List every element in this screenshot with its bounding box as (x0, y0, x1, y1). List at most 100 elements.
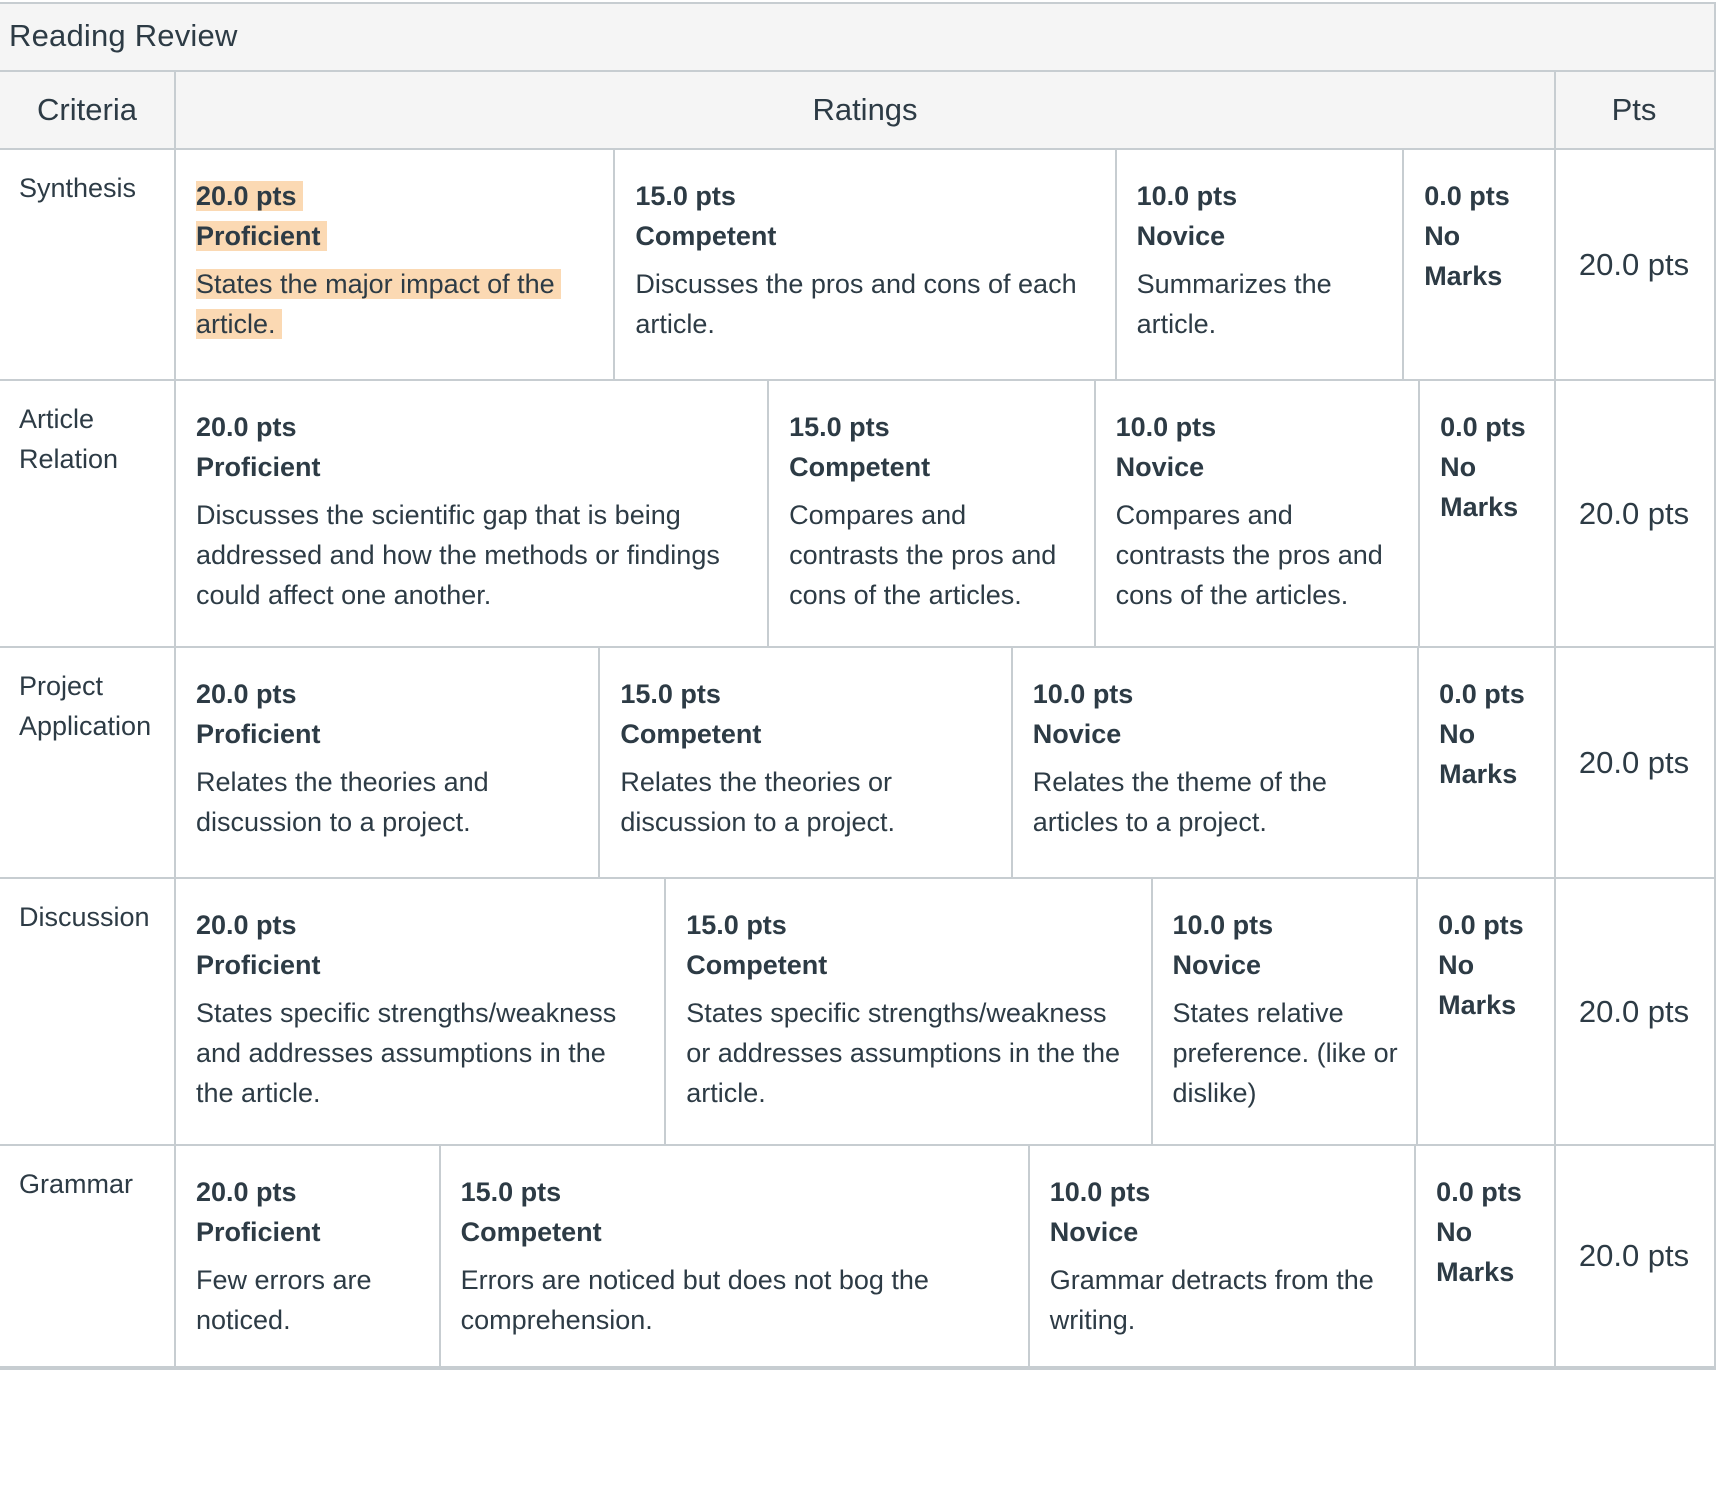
ratings-group: 20.0 pts Proficient States the major impac… (176, 150, 1556, 379)
ratings-group: 20.0 pts Proficient Few errors are noticed… (176, 1146, 1556, 1366)
criterion-name: Project Application (0, 648, 176, 877)
ratings-group: 20.0 pts Proficient Relates the theories a… (176, 648, 1556, 877)
rating-level: Proficient (196, 221, 327, 251)
rating-points: 20.0 pts (196, 181, 303, 211)
rating-cell[interactable]: 10.0 pts Novice Grammar detracts from the … (1030, 1146, 1417, 1366)
rating-cell[interactable]: 10.0 pts Novice States relative preference… (1153, 879, 1419, 1144)
rating-points: 0.0 pts (1436, 1177, 1522, 1207)
rating-description: Discusses the pros and cons of each arti… (635, 269, 1077, 339)
criterion-name: Synthesis (0, 150, 176, 379)
rating-points: 15.0 pts (686, 910, 787, 940)
rating-points: 20.0 pts (196, 412, 297, 442)
rating-description: Relates the theories and discussion to a… (196, 767, 489, 837)
rating-cell[interactable]: 20.0 pts Proficient Relates the theories a… (176, 648, 601, 877)
criterion-name: Article Relation (0, 381, 176, 646)
rating-points: 10.0 pts (1049, 1177, 1151, 1207)
ratings-group: 20.0 pts Proficient Discusses the scientif… (176, 381, 1556, 646)
rating-level: Novice (1172, 950, 1262, 980)
rating-cell[interactable]: 15.0 pts Competent States specific strengt… (666, 879, 1153, 1144)
rating-cell[interactable]: 10.0 pts Novice Summarizes the article. (1117, 150, 1405, 379)
criterion-points: 20.0 pts (1578, 495, 1690, 531)
criterion-row: Discussion 20.0 pts Proficient States speci… (0, 879, 1714, 1146)
rating-level: Novice (1115, 452, 1205, 482)
rating-description: Compares and contrasts the pros and cons… (1115, 500, 1383, 610)
rating-level: Proficient (196, 1217, 321, 1247)
rating-description: Few errors are noticed. (196, 1265, 372, 1335)
rating-level: Competent (620, 719, 762, 749)
rating-level: No Marks (1438, 950, 1517, 1020)
criterion-row: Article Relation 20.0 pts Proficient Discus… (0, 381, 1714, 648)
rating-cell[interactable]: 15.0 pts Competent Errors are noticed but … (441, 1146, 1030, 1366)
rating-description: Discusses the scientific gap that is bei… (196, 500, 720, 610)
rating-points: 20.0 pts (196, 679, 297, 709)
rating-points: 0.0 pts (1439, 679, 1525, 709)
pts-header: Pts (1611, 92, 1657, 127)
criterion-name: Grammar (0, 1146, 176, 1366)
rating-cell[interactable]: 0.0 pts No Marks (1419, 648, 1554, 877)
rating-cell[interactable]: 20.0 pts Proficient States specific streng… (176, 879, 667, 1144)
criterion-row: Project Application 20.0 pts Proficient Rel… (0, 648, 1714, 879)
rating-level: Competent (460, 1217, 602, 1247)
criterion-points: 20.0 pts (1578, 993, 1690, 1029)
rating-points: 20.0 pts (196, 910, 297, 940)
rubric-title: Reading Review (0, 2, 1714, 72)
rating-level: Novice (1049, 1217, 1139, 1247)
rating-description: States specific strengths/weakness and a… (196, 998, 617, 1108)
rating-level: No Marks (1440, 452, 1519, 522)
criterion-row: Synthesis 20.0 pts Proficient States the ma… (0, 150, 1714, 381)
header-row: Criteria Ratings Pts (0, 72, 1714, 150)
rating-level: Competent (789, 452, 931, 482)
criterion-name: Discussion (0, 879, 176, 1144)
rating-level: No Marks (1436, 1217, 1515, 1287)
ratings-header: Ratings (176, 72, 1556, 148)
rating-points: 15.0 pts (635, 181, 736, 211)
rating-cell[interactable]: 20.0 pts Proficient States the major impac… (176, 150, 616, 379)
rating-level: Competent (635, 221, 777, 251)
rubric-table: Reading Review Criteria Ratings Pts Synt… (0, 2, 1716, 1370)
criterion-points: 20.0 pts (1578, 744, 1690, 780)
rating-description: Grammar detracts from the writing. (1049, 1265, 1374, 1335)
rating-points: 0.0 pts (1424, 181, 1510, 211)
rating-points: 15.0 pts (620, 679, 721, 709)
rating-cell[interactable]: 0.0 pts No Marks (1404, 150, 1554, 379)
rating-description: Compares and contrasts the pros and cons… (789, 500, 1057, 610)
rating-points: 15.0 pts (789, 412, 890, 442)
rating-points: 20.0 pts (196, 1177, 297, 1207)
rating-cell[interactable]: 20.0 pts Proficient Few errors are noticed… (176, 1146, 441, 1366)
rating-points: 15.0 pts (460, 1177, 562, 1207)
criterion-points: 20.0 pts (1578, 246, 1690, 282)
rating-description: Relates the theme of the articles to a p… (1032, 767, 1327, 837)
rating-cell[interactable]: 15.0 pts Competent Relates the theories or… (600, 648, 1013, 877)
rating-level: Proficient (196, 950, 321, 980)
rating-description: States relative preference. (like or dis… (1172, 998, 1398, 1108)
rating-points: 0.0 pts (1438, 910, 1524, 940)
criterion-points: 20.0 pts (1578, 1238, 1690, 1273)
rating-cell[interactable]: 15.0 pts Competent Discusses the pros and … (615, 150, 1117, 379)
rating-cell[interactable]: 10.0 pts Novice Compares and contrasts the… (1096, 381, 1421, 646)
rating-cell[interactable]: 15.0 pts Competent Compares and contrasts … (769, 381, 1096, 646)
rating-description: States specific strengths/weakness or ad… (686, 998, 1121, 1108)
rating-points: 10.0 pts (1115, 412, 1217, 442)
rating-level: No Marks (1424, 221, 1503, 291)
rating-description: Relates the theories or discussion to a … (620, 767, 896, 837)
rating-cell[interactable]: 0.0 pts No Marks (1418, 879, 1554, 1144)
rating-points: 0.0 pts (1440, 412, 1526, 442)
rating-cell[interactable]: 0.0 pts No Marks (1416, 1146, 1554, 1366)
rating-points: 10.0 pts (1032, 679, 1134, 709)
rating-level: No Marks (1439, 719, 1518, 789)
rating-level: Proficient (196, 452, 321, 482)
rating-description: Summarizes the article. (1136, 269, 1332, 339)
rating-description: Errors are noticed but does not bog the … (460, 1265, 929, 1335)
rating-level: Competent (686, 950, 828, 980)
criteria-rows: Synthesis 20.0 pts Proficient States the ma… (0, 150, 1714, 1368)
rating-level: Proficient (196, 719, 321, 749)
rating-cell[interactable]: 0.0 pts No Marks (1420, 381, 1554, 646)
rating-points: 10.0 pts (1172, 910, 1274, 940)
criteria-header: Criteria (0, 72, 176, 148)
rating-cell[interactable]: 20.0 pts Proficient Discusses the scientif… (176, 381, 770, 646)
rating-cell[interactable]: 10.0 pts Novice Relates the theme of the a… (1013, 648, 1420, 877)
criterion-row: Grammar 20.0 pts Proficient Few errors are … (0, 1146, 1714, 1368)
rating-level: Novice (1136, 221, 1226, 251)
ratings-group: 20.0 pts Proficient States specific streng… (176, 879, 1556, 1144)
rating-level: Novice (1032, 719, 1122, 749)
